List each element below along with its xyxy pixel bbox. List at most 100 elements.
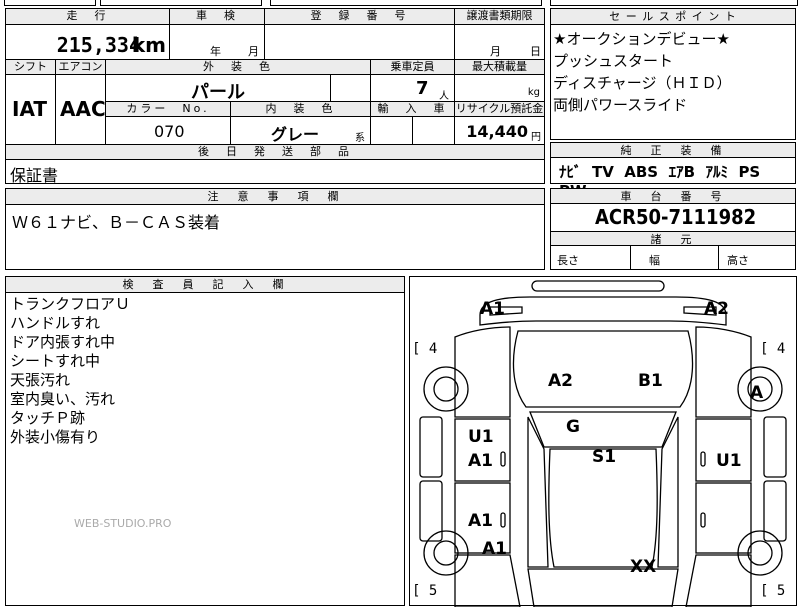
sales-points-box: セ ー ル ス ポ イ ン ト ★オークションデビュー★ プッシュスタート ディ… bbox=[550, 8, 796, 140]
mirror-right bbox=[763, 416, 787, 478]
rear-quarter-right bbox=[685, 554, 752, 607]
front-door-right bbox=[695, 418, 752, 482]
rear-door-right bbox=[695, 482, 752, 554]
capacity-value: 7 bbox=[416, 78, 429, 99]
exterior-color-value: パール bbox=[191, 82, 245, 103]
side-window-right bbox=[657, 416, 679, 568]
damage-left-rear-door: A1 bbox=[468, 511, 493, 531]
inspector-box: 検 査 員 記 入 欄 トランクフロアＵ ハンドルすれ ドア内張すれ中 シートす… bbox=[5, 276, 405, 606]
sales-point-item: プッシュスタート bbox=[553, 52, 674, 70]
sales-point-item: ディスチャージ（ＨＩＤ） bbox=[553, 74, 732, 92]
inspector-item: ハンドルすれ bbox=[10, 314, 101, 332]
damage-left-front-door-a: A1 bbox=[468, 451, 493, 471]
damage-hood-right: B1 bbox=[638, 371, 663, 391]
import-cell-a bbox=[371, 117, 413, 145]
equipment-item: PS bbox=[738, 163, 761, 181]
max-load-label: 最大積載量 bbox=[455, 60, 544, 75]
inspector-label: 検 査 員 記 入 欄 bbox=[6, 277, 404, 293]
wheel-front-left bbox=[423, 366, 469, 412]
dimension-width-label: 幅 bbox=[649, 254, 660, 267]
chassis-label: 車 台 番 号 bbox=[551, 189, 795, 204]
interior-color-value: グレー bbox=[271, 125, 320, 144]
transfer-month: 月 bbox=[490, 45, 501, 58]
inspection-month: 月 bbox=[248, 45, 259, 58]
door-handle bbox=[700, 451, 706, 467]
damage-windshield: G bbox=[566, 417, 580, 437]
damage-front-right-corner: A2 bbox=[704, 299, 729, 319]
inspector-item: シートすれ中 bbox=[10, 352, 101, 370]
transfer-day: 日 bbox=[530, 45, 541, 58]
transfer-cell: 月 日 bbox=[455, 25, 544, 60]
tire-front-right-label: [ 4 bbox=[760, 341, 786, 357]
recycle-cell: 14,440 円 bbox=[455, 117, 544, 145]
sales-point-item: ★オークションデビュー★ bbox=[553, 30, 730, 48]
dimension-width-cell: 幅 bbox=[631, 246, 719, 269]
equipment-item: ﾅﾋﾞ bbox=[559, 163, 582, 181]
door-handle bbox=[500, 512, 506, 528]
top-fragment bbox=[0, 0, 800, 6]
dimension-length-label: 長さ bbox=[557, 254, 579, 267]
exterior-color-extra bbox=[331, 75, 371, 102]
inspector-item: 外装小傷有り bbox=[10, 428, 101, 446]
mileage-cell: 215,334 km bbox=[6, 25, 170, 60]
chassis-box: 車 台 番 号 ACR50-7111982 諸 元 長さ 幅 高さ bbox=[550, 188, 796, 270]
equipment-item: TV bbox=[591, 163, 614, 181]
damage-front-left-corner: A1 bbox=[480, 299, 505, 319]
notes-value: Ｗ６１ナビ、Ｂ－ＣＡＳ装着 bbox=[12, 213, 221, 232]
equipment-item: ｴｱB bbox=[668, 163, 696, 181]
damage-right-front-wheel: A bbox=[750, 383, 764, 403]
mileage-value: 215,334 bbox=[56, 33, 141, 57]
equipment-item: ABS bbox=[624, 163, 659, 181]
door-handle bbox=[700, 512, 706, 528]
equipment-label: 純 正 装 備 bbox=[551, 143, 795, 158]
recycle-value: 14,440 bbox=[466, 122, 528, 141]
car-diagram-box: [ 4 [ 4 [ 5 [ 5 A1 A2 A2 B1 A G U1 A1 S1… bbox=[409, 276, 797, 607]
capacity-unit: 人 bbox=[439, 91, 449, 102]
damage-left-front-door-u: U1 bbox=[468, 427, 494, 447]
max-load-cell: kg bbox=[455, 75, 544, 102]
damage-right-door: U1 bbox=[716, 451, 742, 471]
import-label: 輸 入 車 bbox=[371, 102, 455, 117]
windshield bbox=[529, 411, 677, 448]
damage-rear: XX bbox=[630, 557, 657, 577]
chassis-value: ACR50-7111982 bbox=[595, 205, 757, 229]
dimensions-label: 諸 元 bbox=[551, 231, 795, 246]
interior-color-cell: グレー 系 bbox=[231, 117, 371, 145]
inspector-item: タッチＰ跡 bbox=[10, 409, 86, 427]
dimension-height-label: 高さ bbox=[727, 254, 749, 267]
inspector-item: ドア内張すれ中 bbox=[10, 333, 116, 351]
aircon-cell: AAC bbox=[56, 75, 106, 145]
equipment-box: 純 正 装 備 ﾅﾋﾞ TV ABS ｴｱB ｱﾙﾐ PS PW bbox=[550, 142, 796, 200]
damage-hood-left: A2 bbox=[548, 371, 573, 391]
registration-label: 登 録 番 号 bbox=[265, 9, 455, 25]
watermark: WEB-STUDIO.PRO bbox=[74, 517, 172, 530]
equipment-item: ｱﾙﾐ bbox=[705, 163, 728, 181]
exterior-color-label: 外 装 色 bbox=[106, 60, 371, 75]
later-parts-label: 後 日 発 送 部 品 bbox=[6, 145, 544, 160]
side-window-left bbox=[527, 416, 549, 568]
recycle-unit: 円 bbox=[531, 132, 541, 143]
tire-front-left-label: [ 4 bbox=[412, 341, 438, 357]
dimension-height-cell: 高さ bbox=[719, 246, 795, 269]
inspector-item: トランクフロアＵ bbox=[10, 295, 131, 313]
mileage-label: 走 行 bbox=[6, 9, 170, 25]
shift-value: IAT bbox=[12, 97, 48, 121]
front-bumper bbox=[479, 296, 727, 326]
sales-points-label: セ ー ル ス ポ イ ン ト bbox=[551, 9, 795, 25]
capacity-cell: 7 人 bbox=[371, 75, 455, 102]
interior-color-suffix: 系 bbox=[355, 133, 365, 144]
later-parts-value: 保証書 bbox=[10, 166, 59, 185]
dimensions-row: 長さ 幅 高さ bbox=[551, 246, 795, 269]
damage-left-rear-quarter: A1 bbox=[482, 539, 507, 559]
max-load-unit: kg bbox=[527, 87, 540, 98]
hood bbox=[512, 330, 694, 408]
sales-point-item: 両側パワースライド bbox=[553, 96, 688, 114]
damage-roof: S1 bbox=[592, 447, 617, 467]
capacity-label: 乗車定員 bbox=[371, 60, 455, 75]
mileage-unit: km bbox=[131, 33, 166, 57]
notes-label: 注 意 事 項 欄 bbox=[6, 189, 544, 205]
shift-label: シフト bbox=[6, 60, 56, 75]
mirror-left bbox=[419, 416, 443, 478]
import-cell-b bbox=[413, 117, 455, 145]
inspector-item: 天張汚れ bbox=[10, 371, 71, 389]
